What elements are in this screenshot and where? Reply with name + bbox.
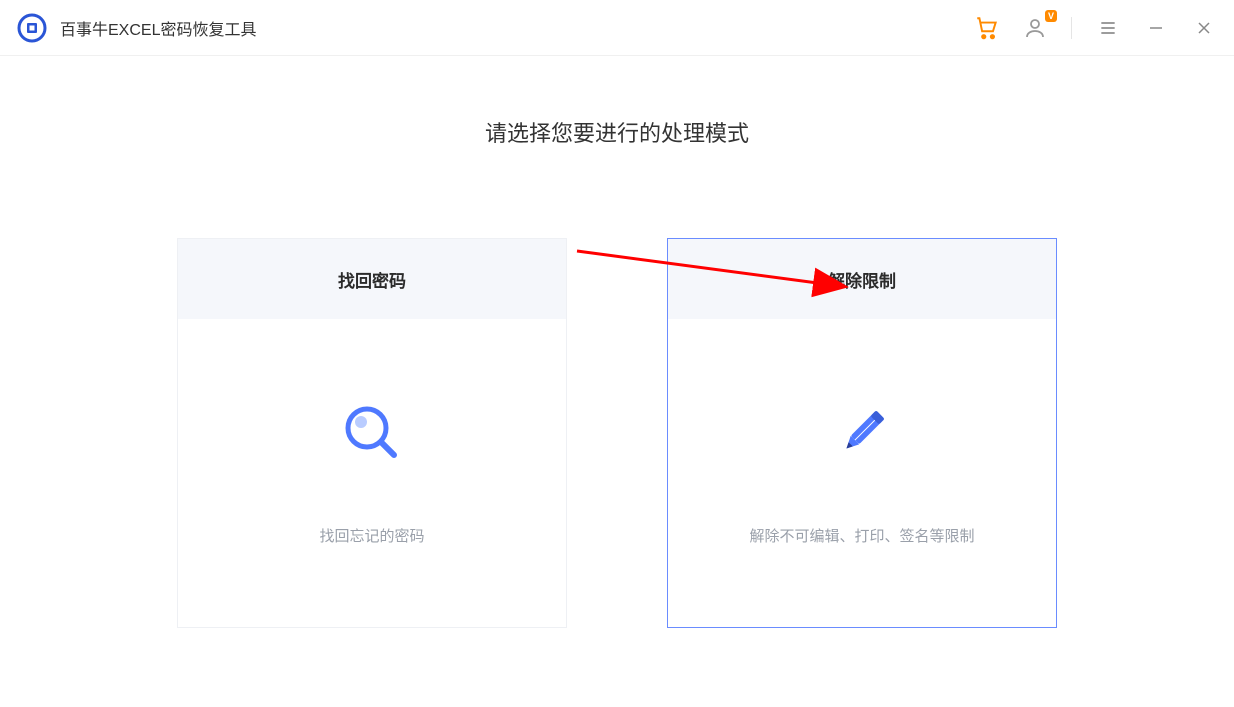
card-desc: 找回忘记的密码 [319, 525, 424, 546]
mode-cards: 找回密码 找回忘记的密码 解除限制 [0, 238, 1234, 628]
mode-prompt: 请选择您要进行的处理模式 [0, 116, 1234, 148]
card-title: 找回密码 [178, 239, 566, 319]
card-body: 解除不可编辑、打印、签名等限制 [668, 319, 1056, 627]
menu-icon[interactable] [1094, 14, 1122, 42]
titlebar: 百事牛EXCEL密码恢复工具 V [0, 0, 1234, 56]
recover-password-card[interactable]: 找回密码 找回忘记的密码 [177, 238, 567, 628]
cart-icon[interactable] [973, 14, 1001, 42]
main-area: 请选择您要进行的处理模式 找回密码 找回忘记的密码 解除限制 [0, 56, 1234, 628]
vip-badge: V [1045, 10, 1057, 22]
close-button[interactable] [1190, 14, 1218, 42]
titlebar-left: 百事牛EXCEL密码恢复工具 [16, 12, 256, 44]
card-body: 找回忘记的密码 [178, 319, 566, 627]
titlebar-divider [1071, 17, 1072, 39]
card-desc: 解除不可编辑、打印、签名等限制 [749, 525, 974, 546]
remove-restriction-card[interactable]: 解除限制 解除不可编辑、打印、签名等限制 [667, 238, 1057, 628]
minimize-button[interactable] [1142, 14, 1170, 42]
app-logo-icon [16, 12, 48, 44]
card-title: 解除限制 [668, 239, 1056, 319]
pencil-icon [830, 401, 894, 465]
user-icon[interactable]: V [1021, 14, 1049, 42]
magnifier-icon [340, 401, 404, 465]
app-title: 百事牛EXCEL密码恢复工具 [60, 16, 256, 40]
titlebar-right: V [973, 14, 1218, 42]
